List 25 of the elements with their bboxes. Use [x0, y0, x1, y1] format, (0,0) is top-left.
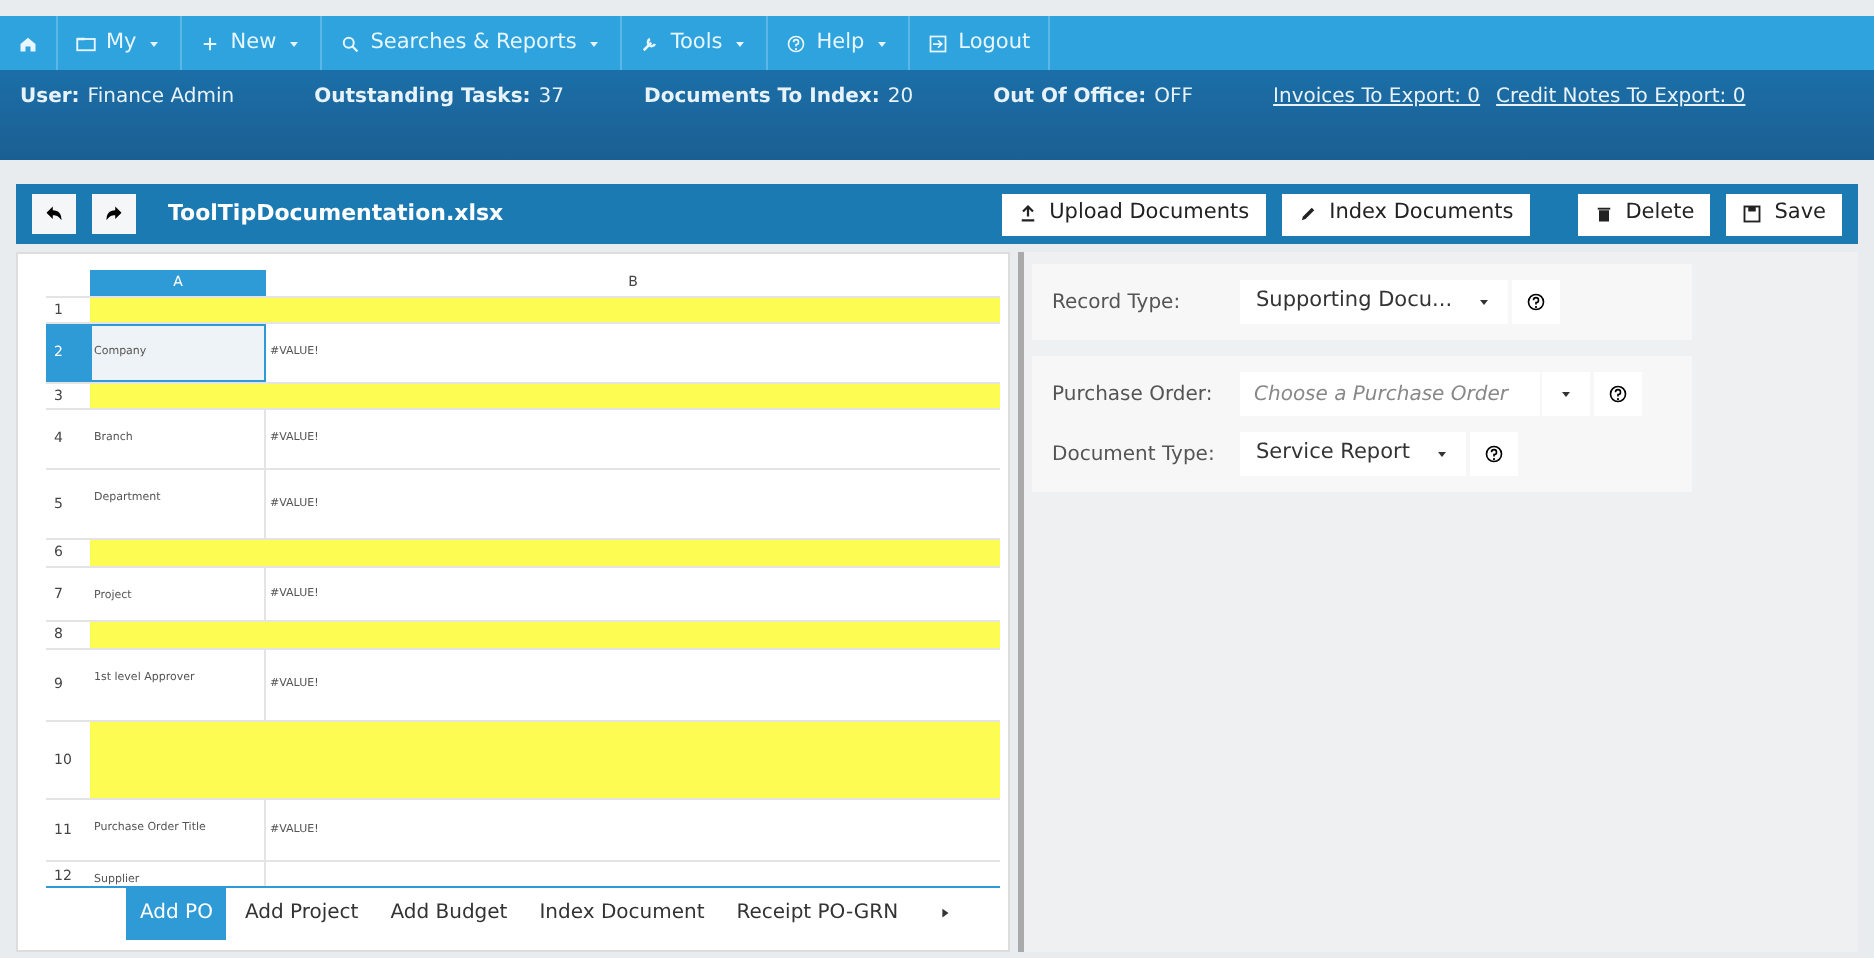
info-label: Outstanding Tasks:: [314, 84, 531, 112]
info-label: Documents To Index:: [644, 84, 880, 112]
field-label: Document Type:: [1052, 441, 1217, 469]
action-button[interactable]: Index Documents: [1281, 193, 1530, 235]
dropdown[interactable]: Service Report: [1240, 432, 1466, 476]
action-button[interactable]: Save: [1726, 193, 1842, 235]
sheet-tab[interactable]: Receipt PO-GRN: [722, 887, 913, 939]
purchase-order-field[interactable]: Choose a Purchase Order: [1240, 372, 1540, 416]
field-label: Record Type:: [1052, 289, 1183, 317]
info-label: Out Of Office:: [993, 84, 1147, 112]
document-title: ToolTipDocumentation.xlsx: [168, 197, 504, 230]
action-button[interactable]: Upload Documents: [1001, 193, 1266, 235]
sheet-tab[interactable]: Add Budget: [376, 887, 522, 939]
sheet-tab[interactable]: Add Project: [230, 887, 373, 939]
sheet-tab[interactable]: Index Document: [525, 887, 719, 939]
field-label: Purchase Order:: [1052, 381, 1215, 409]
dropdown[interactable]: Supporting Docu...: [1240, 280, 1509, 324]
info-value: 20: [887, 84, 914, 112]
export-link[interactable]: Invoices To Export: 0: [1273, 82, 1481, 148]
info-value: 37: [538, 84, 565, 112]
info-label: User:: [20, 84, 80, 112]
info-value: OFF: [1154, 84, 1194, 112]
export-link[interactable]: Credit Notes To Export: 0: [1496, 82, 1746, 148]
action-button[interactable]: Delete: [1577, 193, 1711, 235]
info-value: Finance Admin: [87, 84, 235, 112]
